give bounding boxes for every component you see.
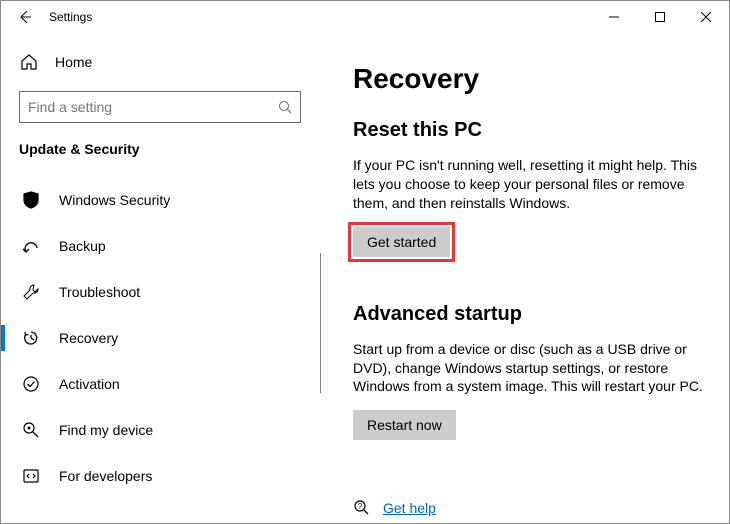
help-icon: ? — [353, 499, 371, 517]
sidebar: Home Update & Security Windows Security … — [1, 33, 321, 523]
recovery-icon — [21, 329, 41, 347]
sidebar-item-find-my-device[interactable]: Find my device — [19, 407, 321, 453]
check-circle-icon — [21, 375, 41, 393]
back-button[interactable] — [9, 1, 41, 33]
sidebar-home-label: Home — [55, 54, 92, 70]
backup-icon — [21, 238, 41, 254]
sidebar-item-troubleshoot[interactable]: Troubleshoot — [19, 269, 321, 315]
advanced-body: Start up from a device or disc (such as … — [353, 340, 705, 397]
sidebar-item-backup[interactable]: Backup — [19, 223, 321, 269]
restart-now-button[interactable]: Restart now — [353, 410, 456, 440]
reset-heading: Reset this PC — [353, 119, 705, 142]
sidebar-item-for-developers[interactable]: For developers — [19, 453, 321, 499]
sidebar-item-label: Recovery — [59, 330, 118, 346]
sidebar-item-label: Find my device — [59, 422, 153, 438]
sidebar-home[interactable]: Home — [19, 43, 321, 81]
page-title: Recovery — [353, 63, 705, 95]
home-icon — [19, 53, 39, 71]
developer-icon — [21, 467, 41, 485]
sidebar-item-recovery[interactable]: Recovery — [19, 315, 321, 361]
window-title: Settings — [49, 10, 92, 24]
search-box[interactable] — [19, 91, 301, 123]
shield-icon — [21, 191, 41, 209]
sidebar-item-label: For developers — [59, 468, 152, 484]
main-content: Recovery Reset this PC If your PC isn't … — [321, 33, 729, 523]
sidebar-item-windows-security[interactable]: Windows Security — [19, 177, 321, 223]
get-started-button[interactable]: Get started — [353, 227, 450, 257]
search-input[interactable] — [28, 99, 278, 115]
sidebar-nav: Windows Security Backup Troubleshoot Rec… — [19, 177, 321, 499]
get-help-link[interactable]: Get help — [383, 500, 436, 516]
reset-body: If your PC isn't running well, resetting… — [353, 156, 705, 213]
maximize-button[interactable] — [637, 1, 683, 33]
help-row: ? Get help — [353, 499, 436, 517]
sidebar-item-label: Backup — [59, 238, 106, 254]
sidebar-item-label: Windows Security — [59, 192, 170, 208]
sidebar-item-label: Activation — [59, 376, 120, 392]
titlebar: Settings — [1, 1, 729, 33]
search-icon — [278, 100, 292, 114]
minimize-button[interactable] — [591, 1, 637, 33]
sidebar-section-label: Update & Security — [19, 141, 321, 157]
advanced-heading: Advanced startup — [353, 303, 705, 326]
close-button[interactable] — [683, 1, 729, 33]
sidebar-item-activation[interactable]: Activation — [19, 361, 321, 407]
wrench-icon — [21, 283, 41, 301]
sidebar-item-label: Troubleshoot — [59, 284, 140, 300]
location-icon — [21, 421, 41, 439]
window-controls — [591, 1, 729, 33]
svg-text:?: ? — [358, 502, 363, 511]
